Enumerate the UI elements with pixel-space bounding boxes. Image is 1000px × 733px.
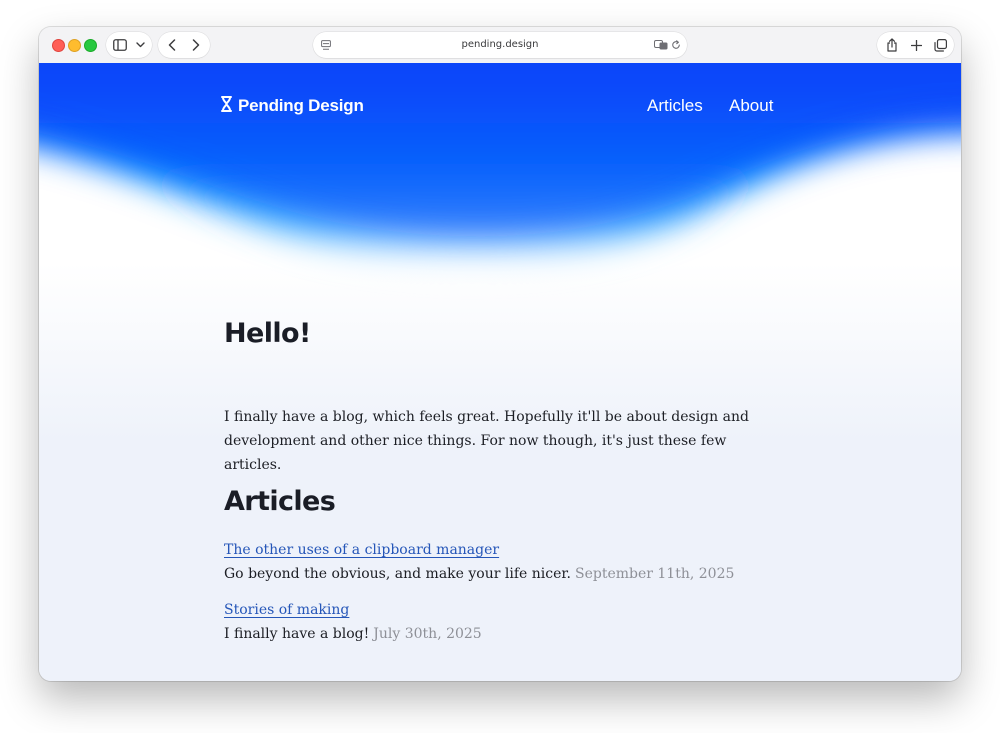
navigation-group bbox=[158, 32, 210, 58]
sidebar-toggle-group bbox=[106, 32, 152, 58]
tab-overview-icon[interactable] bbox=[930, 32, 950, 58]
nav-link-articles[interactable]: Articles bbox=[647, 95, 703, 117]
back-icon[interactable] bbox=[163, 32, 181, 58]
nav-link-about[interactable]: About bbox=[729, 95, 773, 117]
new-tab-icon[interactable] bbox=[906, 32, 926, 58]
hourglass-icon bbox=[221, 95, 232, 117]
articles-heading: Articles bbox=[224, 486, 336, 517]
address-bar[interactable]: pending.design bbox=[313, 32, 687, 58]
list-item: The other uses of a clipboard manager Go… bbox=[224, 538, 784, 586]
url-text[interactable]: pending.design bbox=[313, 32, 687, 58]
article-link[interactable]: The other uses of a clipboard manager bbox=[224, 542, 499, 558]
translate-icon[interactable] bbox=[653, 32, 669, 58]
browser-window: pending.design Pending Design Articles A… bbox=[39, 27, 961, 681]
brand-name: Pending Design bbox=[238, 96, 364, 115]
site-nav: Pending Design Articles About bbox=[39, 63, 961, 148]
reload-icon[interactable] bbox=[669, 32, 683, 58]
close-window-button[interactable] bbox=[52, 39, 65, 52]
web-page: Pending Design Articles About Hello! I f… bbox=[39, 63, 961, 681]
browser-toolbar: pending.design bbox=[39, 27, 961, 64]
minimize-window-button[interactable] bbox=[68, 39, 81, 52]
chevron-down-icon[interactable] bbox=[133, 32, 147, 58]
article-link[interactable]: Stories of making bbox=[224, 602, 349, 618]
share-icon[interactable] bbox=[882, 32, 902, 58]
page-title: Hello! bbox=[224, 318, 311, 349]
window-actions-group bbox=[877, 32, 954, 58]
intro-paragraph: I finally have a blog, which feels great… bbox=[224, 409, 749, 473]
article-summary: I finally have a blog! bbox=[224, 626, 370, 642]
sidebar-icon[interactable] bbox=[111, 32, 129, 58]
forward-icon[interactable] bbox=[187, 32, 205, 58]
list-item: Stories of making I finally have a blog!… bbox=[224, 598, 784, 646]
article-date: September 11th, 2025 bbox=[574, 566, 735, 582]
article-summary: Go beyond the obvious, and make your lif… bbox=[224, 566, 571, 582]
brand-logo-link[interactable]: Pending Design bbox=[221, 95, 364, 117]
article-date: July 30th, 2025 bbox=[373, 626, 482, 642]
zoom-window-button[interactable] bbox=[84, 39, 97, 52]
